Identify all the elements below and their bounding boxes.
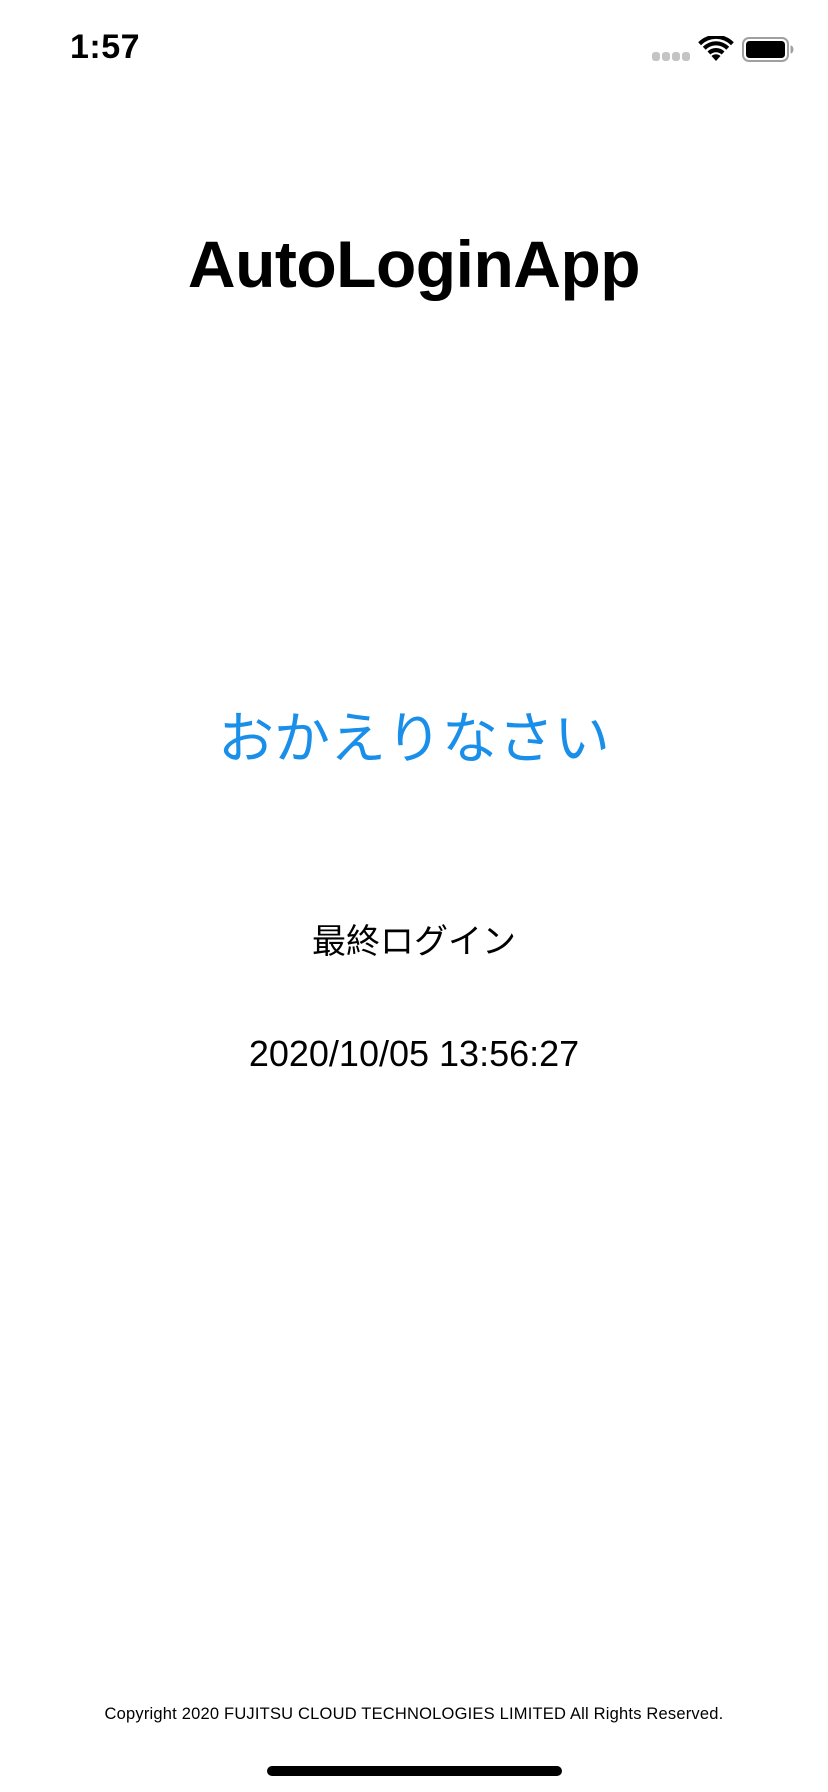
status-bar: 1:57 [0,0,828,100]
app-title: AutoLoginApp [187,227,641,301]
wifi-icon [698,36,734,61]
last-login-timestamp: 2020/10/05 13:56:27 [248,1033,580,1074]
home-indicator[interactable] [267,1766,562,1776]
status-time: 1:57 [70,28,141,66]
last-login-label: 最終ログイン [312,922,516,962]
cellular-signal-icon [652,52,692,62]
battery-icon [742,37,794,62]
copyright-text: Copyright 2020 FUJITSU CLOUD TECHNOLOGIE… [104,1705,724,1723]
welcome-message: おかえりなさい [218,707,610,772]
